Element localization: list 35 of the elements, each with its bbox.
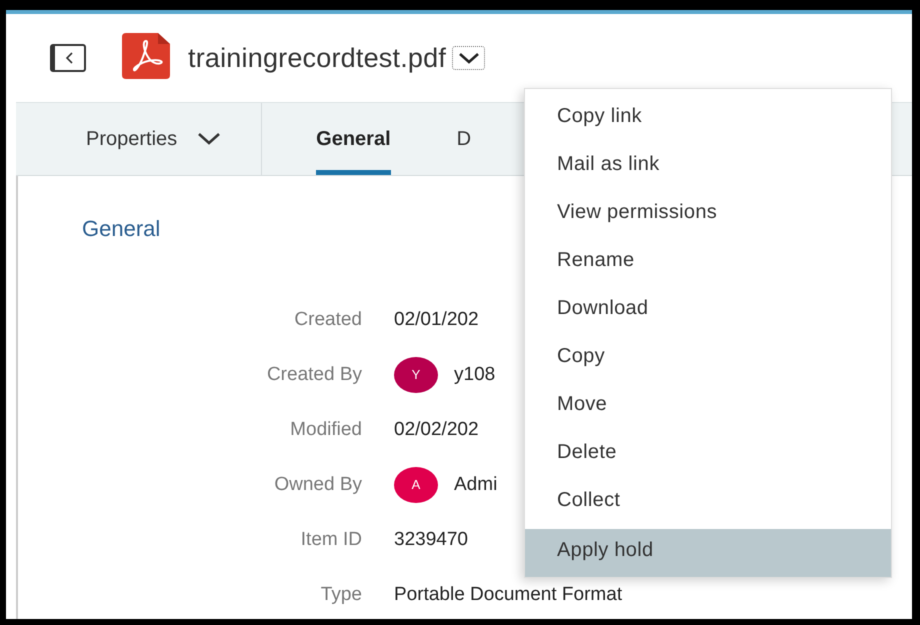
properties-dropdown[interactable]: Properties <box>16 103 262 175</box>
user-avatar: Y <box>394 356 438 392</box>
field-label: Created <box>293 308 362 332</box>
back-button[interactable] <box>50 44 86 72</box>
menu-item[interactable]: Rename <box>525 239 891 287</box>
menu-item[interactable]: View permissions <box>525 191 891 239</box>
menu-item[interactable]: Download <box>525 287 891 335</box>
menu-item[interactable]: Move <box>525 383 891 431</box>
menu-item[interactable]: Mail as link <box>525 143 891 191</box>
field-value: 02/02/202 <box>394 418 479 440</box>
file-title: trainingrecordtest.pdf <box>188 42 446 74</box>
field-value: y108 <box>454 364 496 386</box>
chevron-left-icon <box>64 52 74 64</box>
chevron-down-icon <box>458 52 480 64</box>
field-value: Admi <box>454 474 498 496</box>
field-label: Owned By <box>273 473 362 497</box>
section-heading: General <box>82 216 162 242</box>
dropdown-button[interactable] <box>452 46 486 70</box>
menu-item[interactable]: Collect <box>525 479 891 527</box>
menu-item[interactable]: Copy link <box>525 95 891 143</box>
menu-item[interactable]: Apply hold <box>525 529 891 577</box>
tab[interactable]: D <box>456 103 472 175</box>
field-value: 02/01/202 <box>394 308 479 330</box>
user-avatar: A <box>394 466 438 502</box>
pdf-file-icon <box>122 32 170 78</box>
field-label: Type <box>320 583 362 607</box>
chevron-down-icon <box>197 132 222 146</box>
field-label: Modified <box>289 418 362 442</box>
field-value: Portable Document Format <box>394 584 622 606</box>
menu-item[interactable]: Copy <box>525 335 891 383</box>
menu-item[interactable]: Delete <box>525 431 891 479</box>
field-label: Created By <box>266 363 362 387</box>
field-label: Item ID <box>300 528 362 552</box>
tab[interactable]: General <box>316 103 391 175</box>
field-value: 3239470 <box>394 528 468 550</box>
